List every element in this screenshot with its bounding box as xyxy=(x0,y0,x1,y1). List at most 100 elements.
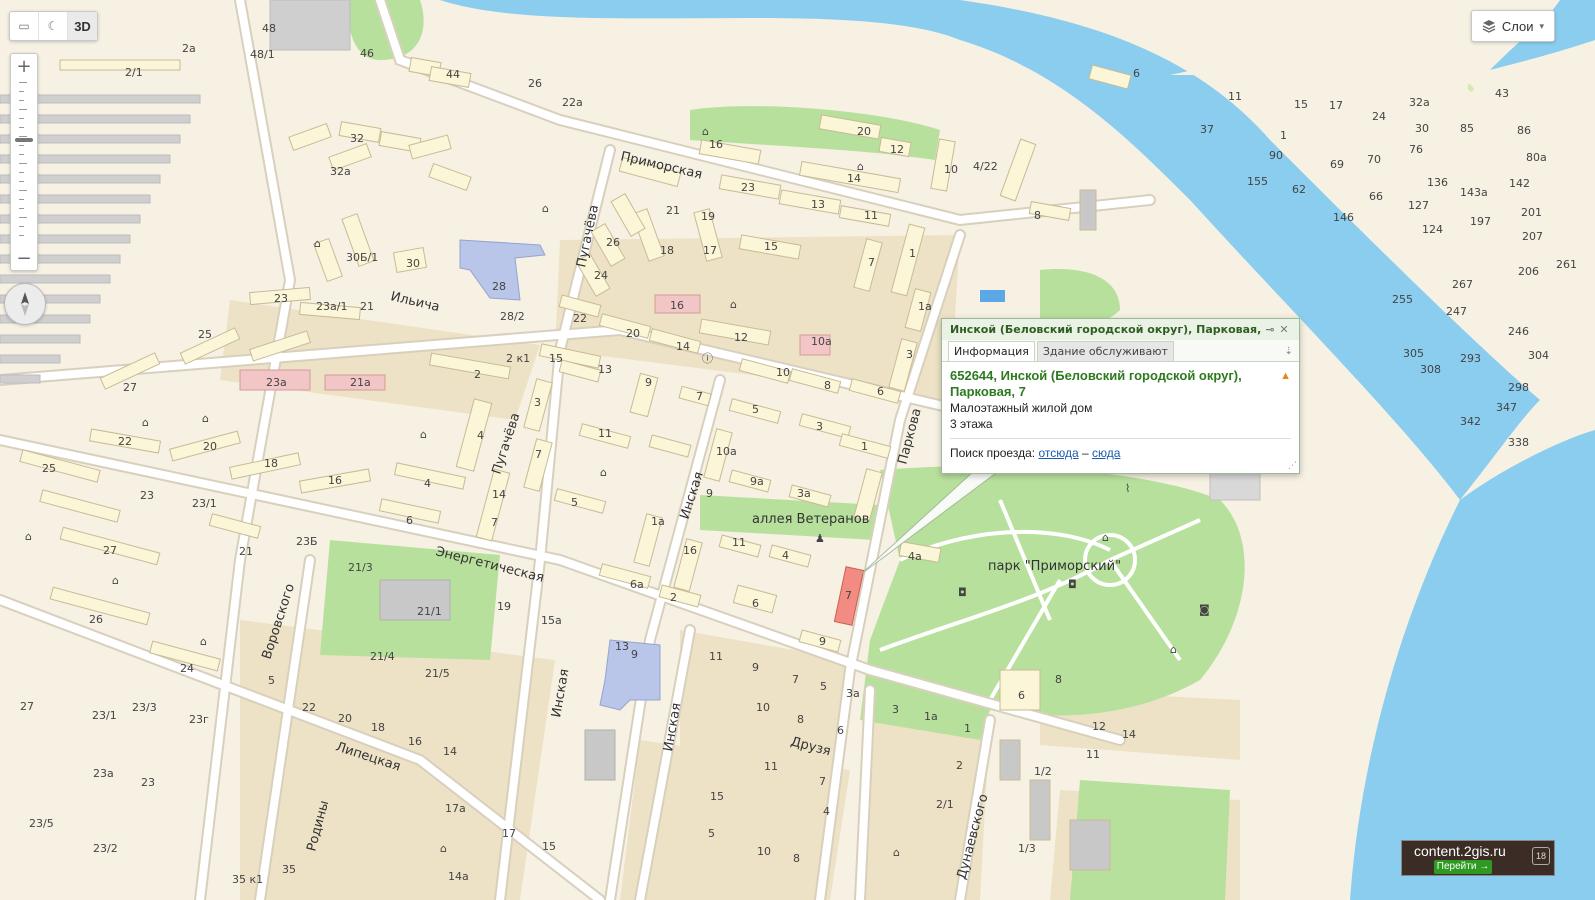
camera-icon: ◙ xyxy=(1199,603,1210,616)
monument-icon: ⌂ xyxy=(25,530,32,543)
house-number: 5 xyxy=(571,496,578,509)
house-number: 267 xyxy=(1452,278,1473,291)
house-number: 18 xyxy=(371,721,385,734)
house-number: 155 xyxy=(1247,175,1268,188)
tab-building-services[interactable]: Здание обслуживают xyxy=(1036,341,1174,361)
zoom-tick xyxy=(19,136,27,137)
house-number: 22 xyxy=(118,435,132,448)
house-number: 21 xyxy=(239,545,253,558)
house-number: 142 xyxy=(1509,177,1530,190)
ad-banner[interactable]: content.2gis.ru Перейти → 18 xyxy=(1401,840,1555,876)
house-number: 4 xyxy=(823,805,830,818)
house-number: 11 xyxy=(732,536,746,549)
house-number: 2/1 xyxy=(125,66,143,79)
monument-icon: ⌂ xyxy=(112,574,119,587)
house-number: 23/3 xyxy=(132,701,157,714)
house-number: 6 xyxy=(1018,689,1025,702)
zoom-in-button[interactable]: + xyxy=(11,54,37,78)
ad-go-button[interactable]: Перейти → xyxy=(1434,860,1492,874)
house-number: 7 xyxy=(696,390,703,403)
resize-handle[interactable]: ⋰ xyxy=(1288,461,1297,471)
house-number: 21 xyxy=(666,204,680,217)
chevron-down-icon: ▾ xyxy=(1539,20,1545,31)
map-toolbar: ▭ ☾ 3D xyxy=(9,11,98,41)
house-number: 44 xyxy=(446,68,460,81)
house-number: 27 xyxy=(123,381,137,394)
house-number: 9 xyxy=(819,635,826,648)
zoom-tick xyxy=(19,145,24,146)
house-number: 23а/1 xyxy=(316,300,347,313)
route-from-link[interactable]: отсюда xyxy=(1038,446,1078,460)
house-number: 5 xyxy=(708,827,715,840)
house-number: 8 xyxy=(1055,673,1062,686)
house-number: 24 xyxy=(1372,110,1386,123)
zoom-tick xyxy=(19,127,24,128)
info-icon: ⓘ xyxy=(702,352,713,365)
house-number: 5 xyxy=(820,680,827,693)
building-floors: 3 этажа xyxy=(950,417,993,431)
monument-icon: ⌂ xyxy=(857,160,864,173)
mode-3d-button[interactable]: 3D xyxy=(68,12,97,40)
zoom-slider-handle[interactable] xyxy=(15,138,33,142)
popup-body: 652644, Инской (Беловский городской окру… xyxy=(942,362,1299,467)
house-number: 17а xyxy=(445,802,466,815)
close-icon[interactable]: ✕ xyxy=(1277,323,1291,336)
zoom-slider[interactable] xyxy=(19,82,29,242)
route-to-link[interactable]: сюда xyxy=(1092,446,1120,460)
house-number: 48 xyxy=(262,22,276,35)
house-number: 15 xyxy=(764,240,778,253)
route-button[interactable]: ☾ xyxy=(39,12,68,40)
selected-building-number: 7 xyxy=(845,589,852,602)
house-number: 298 xyxy=(1508,381,1529,394)
popup-tabs: Информация Здание обслуживают ⇣ xyxy=(942,340,1299,362)
house-number: 6 xyxy=(1133,67,1140,80)
house-number: 69 xyxy=(1330,158,1344,171)
tab-information[interactable]: Информация xyxy=(948,341,1035,361)
house-number: 261 xyxy=(1556,258,1577,271)
expand-icon[interactable]: ⇣ xyxy=(1285,346,1293,361)
house-number: 246 xyxy=(1508,325,1529,338)
compass-button[interactable] xyxy=(4,283,46,325)
address-link[interactable]: 652644, Инской (Беловский городской окру… xyxy=(950,368,1291,400)
warning-icon[interactable]: ▲ xyxy=(1280,368,1291,384)
house-number: 11 xyxy=(1086,748,1100,761)
house-number: 3 xyxy=(816,420,823,433)
monument-icon: ⌂ xyxy=(202,412,209,425)
zoom-out-button[interactable]: − xyxy=(11,246,37,270)
house-number: 21/1 xyxy=(417,605,442,618)
house-number: 1 xyxy=(964,722,971,735)
house-number: 26 xyxy=(89,613,103,626)
house-number: 146 xyxy=(1333,211,1354,224)
zoom-tick xyxy=(19,181,24,182)
map-svg[interactable]: 7 Приморская Ильича Пугачёва Пугачёва Ин… xyxy=(0,0,1595,900)
zoom-tick xyxy=(19,190,27,191)
house-number: 197 xyxy=(1470,215,1491,228)
house-number: 32 xyxy=(350,132,364,145)
house-number: 18 xyxy=(660,244,674,257)
house-number: 32а xyxy=(1409,96,1430,109)
house-number: 15 xyxy=(542,840,556,853)
house-number: 23/1 xyxy=(192,497,217,510)
house-number: 37 xyxy=(1200,123,1214,136)
house-number: 2 xyxy=(474,368,481,381)
layers-button[interactable]: Слои ▾ xyxy=(1471,10,1555,42)
house-number: 23/5 xyxy=(29,817,54,830)
pin-icon[interactable]: ⊸ xyxy=(1263,323,1277,336)
house-number: 23а xyxy=(93,767,114,780)
ruler-button[interactable]: ▭ xyxy=(10,12,39,40)
popup-header: Инской (Беловский городской округ), Парк… xyxy=(942,319,1299,340)
house-number: 14 xyxy=(443,745,457,758)
map-canvas[interactable]: 7 Приморская Ильича Пугачёва Пугачёва Ин… xyxy=(0,0,1595,900)
house-number: 16 xyxy=(670,299,684,312)
house-number: 2 xyxy=(670,591,677,604)
alley-label: аллея Ветеранов xyxy=(752,512,869,527)
house-number: 30 xyxy=(1415,122,1429,135)
house-number: 66 xyxy=(1369,190,1383,203)
house-number: 304 xyxy=(1528,349,1549,362)
house-number: 22 xyxy=(573,312,587,325)
house-number: 1/3 xyxy=(1018,842,1036,855)
house-number: 17 xyxy=(703,244,717,257)
house-number: 4 xyxy=(424,477,431,490)
house-number: 16 xyxy=(683,544,697,557)
house-number: 22 xyxy=(302,701,316,714)
